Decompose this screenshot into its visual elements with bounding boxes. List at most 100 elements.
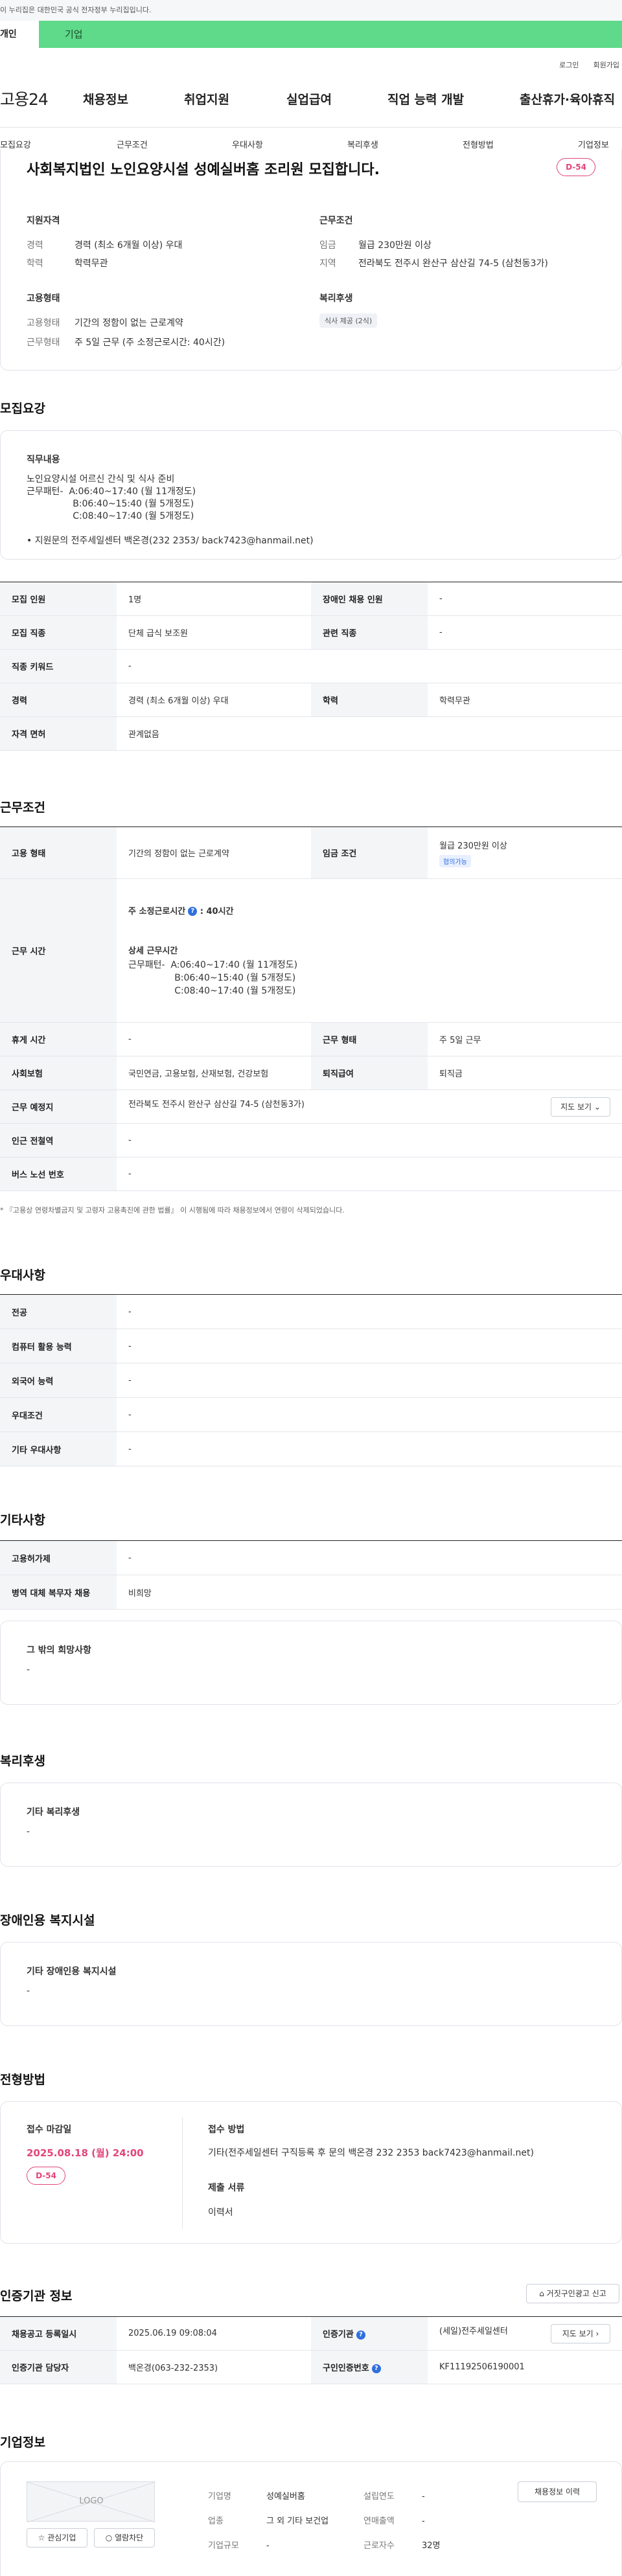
- summary-career-label: 경력: [27, 240, 43, 251]
- company-founded-label: 설립연도: [363, 2492, 395, 2502]
- other-pref-label: 기타 우대사항: [0, 1431, 117, 1466]
- tab-corporate[interactable]: 기업: [39, 21, 622, 48]
- agency-map-button[interactable]: 지도 보기 ›: [551, 2323, 610, 2343]
- utility-links: 로그인 회원가입: [0, 48, 622, 82]
- anchor-preference[interactable]: 우대사항: [232, 138, 263, 150]
- agency-map-button-label: 지도 보기: [562, 2329, 593, 2338]
- false-ad-report-button[interactable]: ⌂ 거짓구인광고 신고: [526, 2284, 619, 2303]
- reg-date-value: 2025.06.19 09:08:04: [117, 2316, 311, 2351]
- company-industry-value: 그 외 기타 보건업: [266, 2516, 329, 2526]
- company-employees: 근로자수 32명: [363, 2538, 441, 2551]
- site-logo[interactable]: 고용24: [0, 87, 83, 110]
- help-icon[interactable]: ?: [371, 2364, 381, 2373]
- anchor-recruit[interactable]: 모집요강: [0, 138, 31, 150]
- table-row: 병역 대체 복무자 채용 비희망: [0, 1575, 622, 1610]
- etc-section-title: 기타사항: [0, 1513, 45, 1527]
- license-value: 관계없음: [117, 716, 622, 751]
- summary-emptype-value: 기간의 정함이 없는 근로계약: [75, 318, 183, 328]
- posting-title: 사회복지법인 노인요양시설 성예실버홈 조리원 모집합니다.: [27, 162, 380, 178]
- recruit-count-value: 1명: [117, 582, 311, 616]
- disabled-card-value: -: [27, 1986, 30, 1996]
- summary-worktype: 근무형태 주 5일 근무 (주 소정근로시간: 40시간): [27, 336, 225, 348]
- company-name-label: 기업명: [208, 2492, 231, 2502]
- welfare-card-value: -: [27, 1827, 30, 1837]
- welfare-heading: 복리후생: [319, 293, 353, 304]
- company-logo: LOGO: [27, 2481, 156, 2523]
- deadline-heading: 접수 마감일: [27, 2125, 72, 2135]
- summary-region: 지역 전라북도 전주시 완산구 삼산길 74-5 (삼천동3가): [319, 256, 548, 269]
- severance-label: 퇴직급여: [311, 1056, 428, 1090]
- education-value: 학력무관: [428, 683, 622, 717]
- table-row: 경력 경력 (최소 6개월 이상) 우대 학력 학력무관: [0, 683, 622, 717]
- summary-emptype-label: 고용형태: [27, 318, 60, 328]
- summary-card: 사회복지법인 노인요양시설 성예실버홈 조리원 모집합니다. D-54 지원자격…: [0, 149, 622, 370]
- insurance-value: 국민연금, 고용보험, 산재보험, 건강보험: [117, 1056, 311, 1090]
- related-job-label: 관련 직종: [311, 615, 428, 650]
- method-heading: 접수 방법: [208, 2125, 245, 2135]
- company-founded: 설립연도 -: [363, 2489, 425, 2502]
- disabled-card-heading: 기타 장애인용 복지시설: [27, 1966, 117, 1977]
- agency-cell: (세일)전주세일센터 지도 보기 ›: [428, 2316, 622, 2351]
- career-label: 경력: [0, 683, 117, 717]
- job-history-button[interactable]: 채용정보 이력: [518, 2481, 597, 2502]
- help-icon[interactable]: ?: [188, 907, 198, 916]
- table-row: 컴퓨터 활용 능력 -: [0, 1328, 622, 1363]
- chevron-right-icon: ›: [595, 2329, 599, 2338]
- agency-table: 채용공고 등록일시 2025.06.19 09:08:04 인증기관? (세일)…: [0, 2316, 622, 2384]
- login-link[interactable]: 로그인: [559, 60, 579, 70]
- block-icon: ○: [105, 2533, 113, 2542]
- gnb-item-unemployment-benefit[interactable]: 실업급여: [286, 90, 332, 108]
- gnb-item-vocational-training[interactable]: 직업 능력 개발: [387, 90, 464, 108]
- cert-no-value: KF11192506190001: [428, 2350, 622, 2384]
- company-sales: 연매출액 -: [363, 2514, 425, 2526]
- gnb-item-employment-support[interactable]: 취업지원: [184, 90, 229, 108]
- false-ad-report-label: 거짓구인광고 신고: [546, 2289, 606, 2298]
- gnb-item-parental-leave[interactable]: 출산휴가·육아휴직: [520, 90, 615, 108]
- etc-table: 고용허가제 - 병역 대체 복무자 채용 비희망: [0, 1540, 622, 1610]
- welfare-card-heading: 기타 복리후생: [27, 1807, 80, 1818]
- related-job-value: -: [428, 615, 622, 650]
- preferred-cond-label: 우대조건: [0, 1397, 117, 1432]
- work-permit-value: -: [117, 1540, 622, 1575]
- company-sales-label: 연매출액: [363, 2516, 395, 2526]
- process-section-title: 전형방법: [0, 2073, 45, 2087]
- table-row: 인근 전철역 -: [0, 1123, 622, 1157]
- disabled-count-label: 장애인 채용 인원: [311, 582, 428, 616]
- gnb-item-jobs[interactable]: 채용정보: [83, 90, 128, 108]
- anchor-welfare[interactable]: 복리후생: [347, 138, 378, 150]
- anchor-process[interactable]: 전형방법: [463, 138, 494, 150]
- help-icon[interactable]: ?: [356, 2330, 365, 2340]
- block-view-label: 열람차단: [115, 2533, 144, 2542]
- company-founded-value: -: [422, 2492, 425, 2502]
- recruit-count-label: 모집 인원: [0, 582, 117, 616]
- favorite-company-button[interactable]: ☆ 관심기업: [27, 2528, 87, 2548]
- summary-region-value: 전라북도 전주시 완산구 삼산길 74-5 (삼천동3가): [358, 258, 548, 269]
- military-value: 비희망: [117, 1575, 622, 1610]
- tab-individual[interactable]: 개인: [0, 21, 39, 48]
- duty-text: 노인요양시설 어르신 간식 및 식사 준비 근무패턴- A:06:40~17:4…: [27, 474, 314, 546]
- preference-table: 전공 - 컴퓨터 활용 능력 - 외국어 능력 - 우대조건 - 기타 우대사항 -: [0, 1294, 622, 1466]
- summary-wage: 임금 월급 230만원 이상: [319, 238, 432, 251]
- computer-label: 컴퓨터 활용 능력: [0, 1328, 117, 1363]
- block-view-button[interactable]: ○ 열람차단: [94, 2528, 155, 2548]
- anchor-company[interactable]: 기업정보: [578, 138, 609, 150]
- major-label: 전공: [0, 1294, 117, 1329]
- hours-label: 근무 시간: [0, 878, 117, 1023]
- summary-edu-value: 학력무관: [75, 258, 108, 269]
- bus-value: -: [117, 1157, 622, 1191]
- summary-wage-label: 임금: [319, 240, 336, 251]
- other-wish-value: -: [27, 1665, 30, 1675]
- docs-value: 이력서: [208, 2207, 233, 2218]
- job-keyword-value: -: [117, 649, 622, 683]
- military-label: 병역 대체 복무자 채용: [0, 1575, 117, 1610]
- map-view-button[interactable]: 지도 보기 ⌄: [551, 1097, 610, 1117]
- join-link[interactable]: 회원가입: [593, 60, 619, 70]
- preference-section-title: 우대사항: [0, 1268, 45, 1282]
- hours-detail-heading: 상세 근무시간: [128, 946, 178, 956]
- deadline-value: 2025.08.18 (월) 24:00: [27, 2147, 144, 2159]
- anchor-conditions[interactable]: 근무조건: [117, 138, 148, 150]
- star-icon: ☆: [38, 2533, 45, 2542]
- career-value: 경력 (최소 6개월 이상) 우대: [117, 683, 311, 717]
- process-card: 접수 마감일 2025.08.18 (월) 24:00 D-54 접수 방법 기…: [0, 2101, 622, 2244]
- summary-worktype-label: 근무형태: [27, 337, 60, 348]
